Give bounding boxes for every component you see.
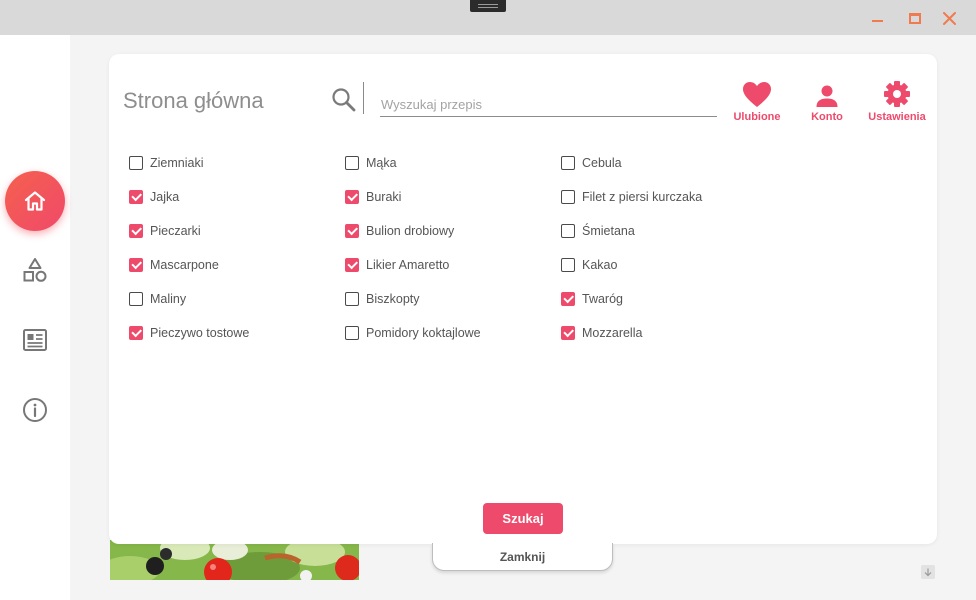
search-button[interactable] bbox=[331, 87, 357, 113]
ingredient-item[interactable]: Pieczywo tostowe bbox=[129, 324, 249, 342]
ingredient-label: Jajka bbox=[150, 190, 180, 204]
user-icon bbox=[816, 85, 838, 107]
ingredient-label: Biszkopty bbox=[366, 292, 420, 306]
search-divider bbox=[363, 82, 364, 114]
ingredient-label: Mozzarella bbox=[582, 326, 643, 340]
ingredient-item[interactable]: Ziemniaki bbox=[129, 154, 204, 172]
ingredient-checkbox[interactable] bbox=[129, 156, 143, 170]
ingredient-checkbox[interactable] bbox=[561, 258, 575, 272]
sidebar-item-shapes[interactable] bbox=[20, 255, 50, 285]
sidebar-item-home[interactable] bbox=[5, 171, 65, 231]
ingredient-label: Kakao bbox=[582, 258, 618, 272]
ingredient-label: Mascarpone bbox=[150, 258, 219, 272]
gear-icon bbox=[884, 81, 910, 107]
ingredient-item[interactable]: Mascarpone bbox=[129, 256, 219, 274]
ingredient-checkbox[interactable] bbox=[345, 258, 359, 272]
ingredient-item[interactable]: Filet z piersi kurczaka bbox=[561, 188, 702, 206]
ingredient-checkbox[interactable] bbox=[345, 292, 359, 306]
ingredient-checkbox[interactable] bbox=[561, 156, 575, 170]
favorites-button[interactable]: Ulubione bbox=[733, 78, 781, 123]
page-title: Strona główna bbox=[123, 88, 264, 113]
ingredient-label: Bulion drobiowy bbox=[366, 224, 455, 238]
newspaper-icon bbox=[23, 329, 47, 351]
ingredient-item[interactable]: Maliny bbox=[129, 290, 186, 308]
sidebar-item-news[interactable] bbox=[20, 325, 50, 355]
home-icon bbox=[24, 191, 46, 211]
drag-handle[interactable] bbox=[470, 0, 506, 12]
search-icon bbox=[332, 88, 356, 112]
ingredient-item[interactable]: Kakao bbox=[561, 256, 617, 274]
scroll-down-button[interactable] bbox=[921, 565, 935, 579]
close-tab-button[interactable]: Zamknij bbox=[432, 543, 613, 571]
main-card: Strona główna Ulubione Konto bbox=[109, 54, 937, 544]
settings-button[interactable]: Ustawienia bbox=[867, 78, 927, 123]
ingredient-checkbox[interactable] bbox=[129, 190, 143, 204]
ingredient-label: Mąka bbox=[366, 156, 397, 170]
ingredient-checkbox[interactable] bbox=[129, 292, 143, 306]
ingredient-checkbox[interactable] bbox=[561, 292, 575, 306]
ingredient-label: Śmietana bbox=[582, 224, 635, 238]
ingredient-label: Cebula bbox=[582, 156, 622, 170]
search-input[interactable] bbox=[380, 92, 717, 117]
settings-label: Ustawienia bbox=[868, 111, 926, 123]
ingredient-item[interactable]: Likier Amaretto bbox=[345, 256, 449, 274]
ingredient-item[interactable]: Śmietana bbox=[561, 222, 635, 240]
ingredient-label: Likier Amaretto bbox=[366, 258, 450, 272]
sidebar-item-info[interactable] bbox=[20, 395, 50, 425]
search-submit-button[interactable]: Szukaj bbox=[483, 503, 563, 534]
ingredient-checkbox[interactable] bbox=[345, 190, 359, 204]
heart-icon bbox=[743, 82, 771, 107]
ingredient-item[interactable]: Pieczarki bbox=[129, 222, 201, 240]
ingredient-item[interactable]: Bulion drobiowy bbox=[345, 222, 454, 240]
sidebar bbox=[0, 35, 70, 600]
ingredient-item[interactable]: Biszkopty bbox=[345, 290, 420, 308]
close-icon bbox=[942, 11, 956, 25]
info-icon bbox=[23, 398, 47, 422]
ingredient-item[interactable]: Jajka bbox=[129, 188, 179, 206]
ingredient-checkbox[interactable] bbox=[561, 224, 575, 238]
maximize-button[interactable] bbox=[906, 10, 924, 26]
ingredient-checkbox[interactable] bbox=[561, 190, 575, 204]
maximize-icon bbox=[909, 12, 921, 24]
ingredient-label: Twaróg bbox=[582, 292, 623, 306]
minimize-icon bbox=[871, 20, 883, 22]
ingredient-item[interactable]: Twaróg bbox=[561, 290, 623, 308]
ingredient-checkbox[interactable] bbox=[561, 326, 575, 340]
title-bar[interactable] bbox=[0, 0, 976, 35]
arrow-down-icon bbox=[924, 568, 932, 576]
account-button[interactable]: Konto bbox=[807, 78, 847, 123]
account-label: Konto bbox=[811, 111, 843, 123]
ingredient-checkbox[interactable] bbox=[345, 224, 359, 238]
ingredient-item[interactable]: Buraki bbox=[345, 188, 401, 206]
ingredient-label: Pieczywo tostowe bbox=[150, 326, 250, 340]
ingredients-list: Ziemniaki Jajka Pieczarki Mascarpone Mal… bbox=[129, 154, 789, 364]
ingredient-checkbox[interactable] bbox=[345, 326, 359, 340]
shapes-icon bbox=[23, 258, 47, 282]
ingredient-checkbox[interactable] bbox=[345, 156, 359, 170]
ingredient-label: Maliny bbox=[150, 292, 187, 306]
ingredient-checkbox[interactable] bbox=[129, 224, 143, 238]
ingredient-item[interactable]: Cebula bbox=[561, 154, 622, 172]
close-button[interactable] bbox=[940, 10, 958, 26]
ingredient-label: Ziemniaki bbox=[150, 156, 204, 170]
ingredient-item[interactable]: Mąka bbox=[345, 154, 397, 172]
ingredient-label: Pomidory koktajlowe bbox=[366, 326, 481, 340]
ingredient-item[interactable]: Mozzarella bbox=[561, 324, 642, 342]
favorites-label: Ulubione bbox=[733, 111, 781, 123]
ingredient-checkbox[interactable] bbox=[129, 326, 143, 340]
recipe-image bbox=[110, 540, 359, 580]
minimize-button[interactable] bbox=[868, 10, 886, 26]
ingredient-label: Pieczarki bbox=[150, 224, 201, 238]
ingredient-label: Buraki bbox=[366, 190, 402, 204]
ingredient-item[interactable]: Pomidory koktajlowe bbox=[345, 324, 481, 342]
ingredient-checkbox[interactable] bbox=[129, 258, 143, 272]
ingredient-label: Filet z piersi kurczaka bbox=[582, 190, 703, 204]
